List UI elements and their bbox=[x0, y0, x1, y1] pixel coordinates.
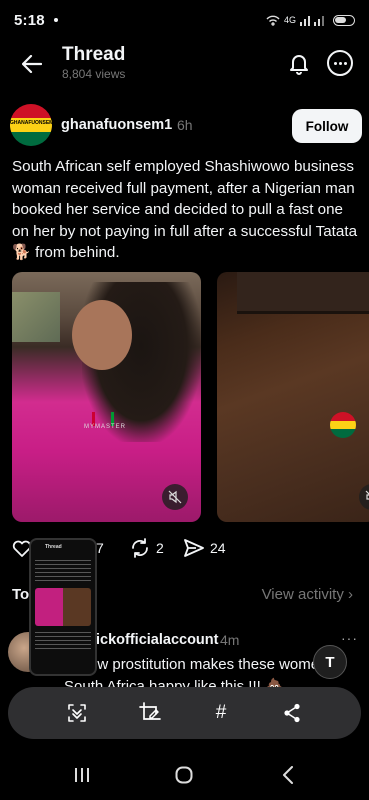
status-time: 5:18 bbox=[14, 11, 45, 29]
reply-time: 4m bbox=[220, 632, 240, 648]
notification-dot-icon bbox=[53, 18, 58, 22]
text-select-icon: T bbox=[325, 653, 335, 671]
status-icons: 4G bbox=[266, 14, 355, 26]
thread-header: Thread 8,804 views bbox=[0, 40, 369, 90]
chevron-left-icon bbox=[283, 766, 293, 784]
author-avatar[interactable]: GHANAFUONSEM bbox=[10, 104, 52, 146]
crop-edit-icon bbox=[139, 702, 161, 720]
text-extract-button[interactable]: T bbox=[313, 645, 347, 679]
video-thumbnail-1[interactable]: MYMASTER bbox=[12, 272, 201, 522]
screenshot-preview[interactable]: Thread bbox=[29, 538, 97, 676]
system-back-button[interactable] bbox=[276, 764, 300, 786]
bell-icon bbox=[290, 55, 308, 75]
speaker-muted-icon bbox=[168, 490, 182, 504]
author-username[interactable]: ghanafuonsem1 bbox=[61, 117, 172, 133]
follow-button[interactable]: Follow bbox=[292, 109, 362, 143]
video-thumbnail-2[interactable] bbox=[217, 272, 369, 522]
send-icon bbox=[184, 539, 204, 557]
signal-icon bbox=[300, 15, 324, 26]
recents-icon bbox=[75, 768, 89, 782]
system-navigation-bar bbox=[0, 750, 369, 800]
recent-apps-button[interactable] bbox=[70, 764, 94, 786]
scroll-capture-button[interactable] bbox=[64, 700, 90, 726]
mute-button[interactable] bbox=[359, 484, 369, 510]
post-media-carousel[interactable]: MYMASTER bbox=[12, 272, 369, 522]
speaker-muted-icon bbox=[365, 490, 369, 500]
repost-button[interactable]: 2 bbox=[130, 535, 164, 561]
money-image bbox=[12, 292, 60, 342]
battery-icon bbox=[333, 14, 355, 26]
watermark-text: MYMASTER bbox=[83, 424, 126, 430]
share-icon bbox=[284, 703, 300, 723]
share-button[interactable]: 24 bbox=[184, 535, 226, 561]
reply-more-button[interactable]: ··· bbox=[341, 630, 358, 646]
back-button[interactable] bbox=[18, 50, 46, 78]
repost-icon bbox=[132, 538, 148, 558]
network-type: 4G bbox=[283, 15, 296, 25]
avatar-logo-text: GHANAFUONSEM bbox=[10, 120, 52, 126]
arrow-left-icon bbox=[22, 55, 42, 73]
home-button[interactable] bbox=[172, 764, 196, 786]
notifications-button[interactable] bbox=[285, 50, 313, 78]
home-icon bbox=[175, 766, 193, 784]
dot-icon bbox=[338, 61, 342, 65]
sort-top-tab[interactable]: To bbox=[12, 586, 29, 603]
post-header: GHANAFUONSEM ghanafuonsem1 6h Follow bbox=[10, 104, 362, 150]
ghana-flag-icon bbox=[330, 412, 356, 438]
preview-title: Thread bbox=[45, 544, 62, 550]
share-screenshot-button[interactable] bbox=[279, 700, 305, 726]
reply-username[interactable]: ickofficialaccount bbox=[96, 632, 218, 648]
page-title: Thread bbox=[62, 44, 126, 65]
tag-button[interactable]: # bbox=[208, 700, 234, 726]
repost-count: 2 bbox=[156, 540, 164, 556]
more-options-button[interactable] bbox=[327, 50, 353, 76]
like-count: 7 bbox=[96, 540, 104, 556]
dot-icon bbox=[343, 61, 347, 65]
dot-icon bbox=[333, 61, 337, 65]
view-count: 8,804 views bbox=[62, 67, 126, 81]
edit-button[interactable] bbox=[137, 700, 163, 726]
post-caption: South African self employed Shashiwowo b… bbox=[12, 158, 358, 261]
mute-button[interactable] bbox=[162, 484, 188, 510]
share-count: 24 bbox=[210, 540, 226, 556]
hashtag-icon: # bbox=[215, 702, 227, 723]
status-bar: 5:18 4G bbox=[0, 0, 369, 40]
view-activity-link[interactable]: View activity › bbox=[262, 586, 353, 603]
post-time: 6h bbox=[177, 117, 193, 133]
hotspot-icon bbox=[266, 15, 280, 26]
scroll-capture-icon bbox=[68, 704, 86, 722]
screenshot-toolbar: # bbox=[8, 687, 361, 739]
